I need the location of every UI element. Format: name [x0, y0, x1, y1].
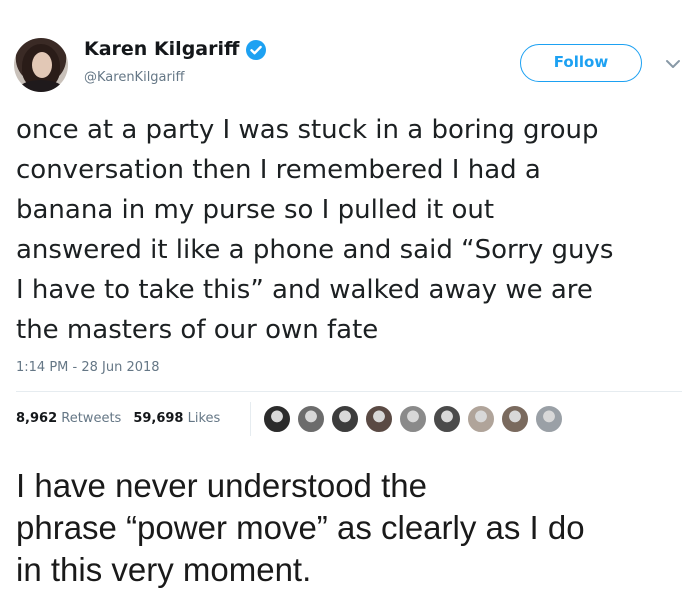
- liker-avatar[interactable]: [296, 404, 326, 434]
- liker-avatar[interactable]: [398, 404, 428, 434]
- liker-avatar[interactable]: [330, 404, 360, 434]
- likes-stat[interactable]: 59,698 Likes: [133, 411, 220, 426]
- retweets-count: 8,962: [16, 411, 58, 426]
- follow-button[interactable]: Follow: [520, 44, 642, 82]
- retweets-label: Retweets: [61, 411, 122, 426]
- likes-count: 59,698: [133, 411, 184, 426]
- likes-label: Likes: [187, 411, 221, 426]
- meme-caption: I have never understood the phrase “powe…: [16, 467, 585, 588]
- liker-avatar[interactable]: [534, 404, 564, 434]
- tweet-text: once at a party I was stuck in a boring …: [16, 115, 614, 345]
- chevron-down-icon[interactable]: [664, 56, 682, 70]
- liker-avatar[interactable]: [364, 404, 394, 434]
- author-avatar[interactable]: [14, 38, 68, 92]
- stats-divider: [250, 402, 251, 436]
- liker-avatar[interactable]: [500, 404, 530, 434]
- retweets-stat[interactable]: 8,962 Retweets: [16, 411, 121, 426]
- author-handle[interactable]: @KarenKilgariff: [84, 70, 184, 85]
- liker-avatar[interactable]: [466, 404, 496, 434]
- divider: [16, 391, 682, 392]
- tweet-stats: 8,962 Retweets 59,698 Likes: [16, 411, 220, 426]
- author-name[interactable]: Karen Kilgariff: [84, 38, 239, 60]
- tweet-timestamp[interactable]: 1:14 PM - 28 Jun 2018: [16, 360, 160, 375]
- verified-badge-icon: [246, 40, 266, 60]
- liker-avatar[interactable]: [262, 404, 292, 434]
- liker-avatar[interactable]: [432, 404, 462, 434]
